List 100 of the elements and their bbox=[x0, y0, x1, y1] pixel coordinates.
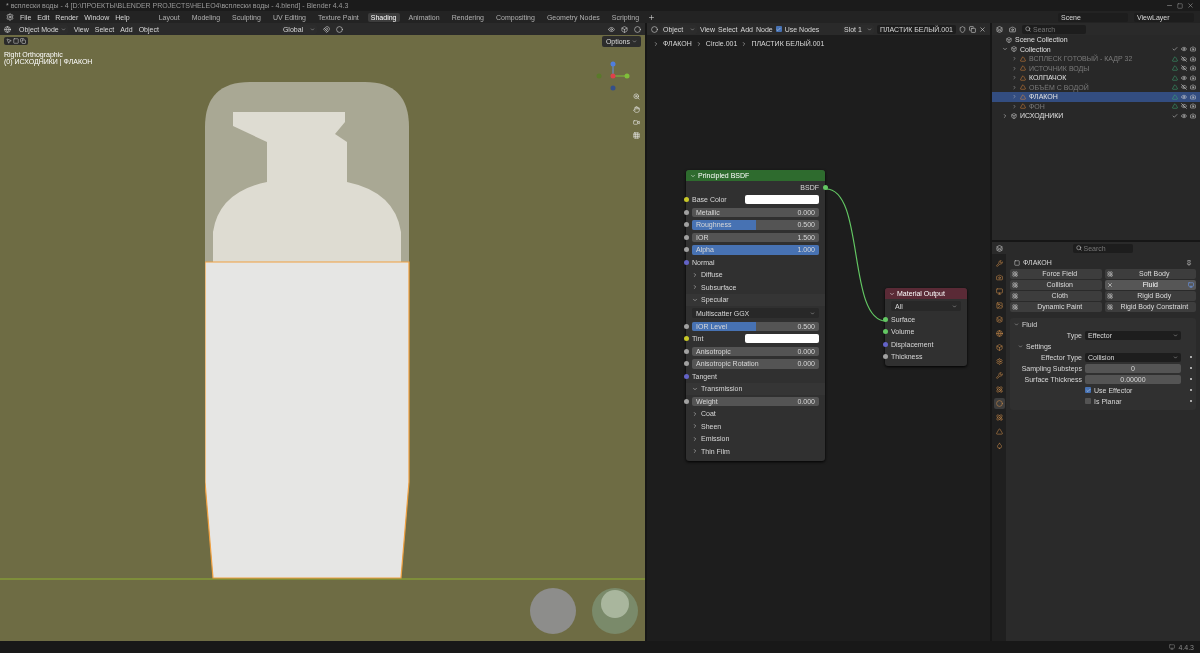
camera-icon[interactable] bbox=[1190, 112, 1196, 119]
chevron-icon[interactable] bbox=[692, 423, 698, 430]
unlink-icon[interactable] bbox=[979, 25, 986, 33]
physics-icon bbox=[1012, 292, 1018, 299]
checkbox[interactable] bbox=[1085, 398, 1091, 404]
properties-tab[interactable] bbox=[993, 370, 1005, 381]
close-icon[interactable] bbox=[1187, 2, 1194, 9]
input-socket[interactable] bbox=[683, 348, 689, 354]
chevron-icon[interactable] bbox=[1002, 112, 1008, 119]
input-socket[interactable] bbox=[882, 354, 888, 360]
properties-tab[interactable] bbox=[993, 398, 1005, 409]
collection-icon bbox=[1011, 46, 1017, 53]
chevron-icon[interactable] bbox=[692, 284, 698, 291]
use-nodes-checkbox[interactable] bbox=[775, 26, 782, 32]
camera-view-icon[interactable] bbox=[632, 118, 640, 126]
properties-tab[interactable] bbox=[993, 300, 1005, 311]
chevron-icon[interactable] bbox=[692, 410, 698, 417]
gizmo-toggle-icon[interactable] bbox=[621, 25, 628, 33]
checkbox[interactable] bbox=[1085, 387, 1091, 393]
camera-icon[interactable] bbox=[1190, 84, 1196, 91]
eye-closed-icon[interactable] bbox=[1181, 103, 1187, 110]
properties-tab[interactable] bbox=[993, 356, 1005, 367]
eye-icon[interactable] bbox=[1181, 74, 1187, 81]
zoom-icon[interactable] bbox=[632, 92, 640, 100]
color-swatch[interactable] bbox=[745, 334, 819, 344]
editor-type-icon[interactable] bbox=[651, 25, 658, 33]
select-mode-icon[interactable] bbox=[20, 38, 26, 44]
shading-mode-icon[interactable] bbox=[634, 25, 641, 33]
tab-icon bbox=[995, 386, 1003, 393]
tab-icon bbox=[995, 274, 1003, 281]
eye-icon[interactable] bbox=[1181, 46, 1187, 53]
camera-icon[interactable] bbox=[1190, 93, 1196, 100]
camera-icon[interactable] bbox=[1190, 46, 1196, 53]
editor-type-icon[interactable] bbox=[4, 25, 11, 33]
properties-tab[interactable] bbox=[993, 258, 1005, 269]
tab-icon bbox=[995, 288, 1003, 295]
output-socket[interactable] bbox=[822, 184, 828, 190]
fake-user-icon[interactable] bbox=[959, 25, 966, 33]
camera-icon[interactable] bbox=[1190, 74, 1196, 81]
properties-tab[interactable] bbox=[993, 412, 1005, 423]
eye-icon[interactable] bbox=[1181, 112, 1187, 119]
pan-icon[interactable] bbox=[632, 105, 640, 113]
input-socket[interactable] bbox=[683, 234, 689, 240]
input-socket[interactable] bbox=[882, 316, 888, 322]
input-socket[interactable] bbox=[882, 329, 888, 335]
chevron-icon[interactable] bbox=[692, 271, 698, 278]
camera-icon[interactable] bbox=[1190, 103, 1196, 110]
properties-tab[interactable] bbox=[993, 286, 1005, 297]
eye-icon[interactable] bbox=[1181, 93, 1187, 100]
view-filter-icon[interactable] bbox=[1009, 25, 1016, 33]
properties-tab[interactable] bbox=[993, 342, 1005, 353]
caret-icon bbox=[810, 310, 815, 316]
chevron-icon[interactable] bbox=[1018, 343, 1023, 349]
chevron-icon[interactable] bbox=[692, 448, 698, 455]
properties-tab[interactable] bbox=[993, 314, 1005, 325]
input-socket[interactable] bbox=[683, 336, 689, 342]
editor-type-icon[interactable] bbox=[996, 244, 1003, 252]
camera-icon[interactable] bbox=[1190, 65, 1196, 72]
snap-icon[interactable] bbox=[322, 25, 330, 33]
collection-icon bbox=[1006, 36, 1012, 43]
eye-closed-icon[interactable] bbox=[1181, 65, 1187, 72]
display-mode-icon[interactable] bbox=[996, 25, 1003, 33]
remove-icon bbox=[1106, 281, 1113, 288]
input-socket[interactable] bbox=[683, 361, 689, 367]
proportional-edit-icon[interactable] bbox=[335, 25, 343, 33]
properties-tab[interactable] bbox=[993, 272, 1005, 283]
color-swatch[interactable] bbox=[745, 195, 819, 205]
input-socket[interactable] bbox=[683, 373, 689, 379]
checkbox-icon[interactable] bbox=[1172, 46, 1178, 53]
input-socket[interactable] bbox=[683, 209, 689, 215]
add-workspace-icon[interactable] bbox=[648, 13, 656, 21]
physics-icon bbox=[1106, 292, 1113, 299]
input-socket[interactable] bbox=[882, 341, 888, 347]
input-socket[interactable] bbox=[683, 197, 689, 203]
properties-tab[interactable] bbox=[993, 328, 1005, 339]
input-socket[interactable] bbox=[683, 222, 689, 228]
input-socket[interactable] bbox=[683, 323, 689, 329]
input-socket[interactable] bbox=[683, 398, 689, 404]
eye-closed-icon[interactable] bbox=[1181, 55, 1187, 62]
camera-icon[interactable] bbox=[1190, 55, 1196, 62]
select-tool-icon[interactable] bbox=[6, 38, 12, 44]
chevron-icon bbox=[653, 40, 659, 47]
maximize-icon[interactable] bbox=[1177, 2, 1183, 9]
duplicate-icon[interactable] bbox=[969, 25, 976, 33]
input-socket[interactable] bbox=[683, 259, 689, 265]
select-mode-icon[interactable] bbox=[13, 38, 19, 44]
checkbox-icon[interactable] bbox=[1172, 112, 1178, 119]
input-socket[interactable] bbox=[683, 247, 689, 253]
grid-view-icon[interactable] bbox=[632, 131, 640, 139]
principled-bsdf-node[interactable] bbox=[686, 170, 825, 461]
properties-tab[interactable] bbox=[993, 384, 1005, 395]
chevron-icon[interactable] bbox=[692, 435, 698, 442]
chevron-icon[interactable] bbox=[692, 296, 698, 303]
chevron-icon[interactable] bbox=[1014, 321, 1019, 327]
eye-closed-icon[interactable] bbox=[1181, 84, 1187, 91]
chevron-icon[interactable] bbox=[1002, 46, 1008, 53]
properties-tab[interactable] bbox=[993, 426, 1005, 437]
pin-icon[interactable] bbox=[1186, 259, 1192, 266]
minimize-icon[interactable] bbox=[1166, 2, 1173, 9]
chevron-icon[interactable] bbox=[692, 385, 698, 392]
